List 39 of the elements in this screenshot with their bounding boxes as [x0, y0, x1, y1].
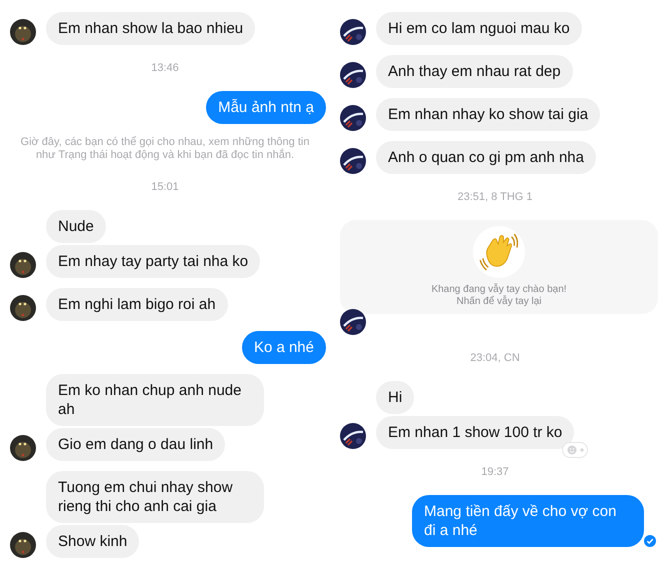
- wave-card[interactable]: Khang đang vẫy tay chào bạn! Nhấn để vẫy tay lại: [340, 220, 658, 314]
- message-bubble: Em nghi lam bigo roi ah: [46, 288, 228, 321]
- avatar-icon: [10, 19, 36, 45]
- avatar-icon: [10, 532, 36, 558]
- message-bubble: Gio em dang o dau linh: [46, 428, 226, 461]
- avatar-icon: [10, 295, 36, 321]
- message-bubble: Em ko nhan chup anh nude ah: [46, 374, 264, 426]
- timestamp: 23:51, 8 THG 1: [457, 190, 532, 205]
- message-bubble: Em nhay tay party tai nha ko: [46, 245, 260, 278]
- message-bubble: Mẫu ảnh ntn ạ: [206, 91, 326, 124]
- message-bubble: Show kinh: [46, 525, 140, 558]
- message-bubble: Em nhan show la bao nhieu: [46, 12, 256, 45]
- timestamp: 15:01: [151, 180, 179, 195]
- message-bubble: Em nhan nhay ko show tai gia: [376, 98, 600, 131]
- message-bubble: Em nhan 1 show 100 tr ko: [376, 416, 574, 449]
- message-bubble: Hi: [376, 381, 414, 414]
- avatar-icon: [340, 148, 366, 174]
- message-bubble: Ko a nhé: [242, 331, 326, 364]
- message-bubble: Anh o quan co gi pm anh nha: [376, 141, 596, 174]
- wave-text: Khang đang vẫy tay chào bạn!: [431, 284, 567, 295]
- avatar-icon: [340, 105, 366, 131]
- avatar-icon: [340, 423, 366, 449]
- avatar-icon: [340, 309, 366, 335]
- waving-hand-icon: [473, 226, 525, 278]
- message-bubble: Anh thay em nhau rat dep: [376, 55, 573, 88]
- timestamp: 19:37: [481, 465, 509, 480]
- system-notice: Giờ đây, các bạn có thể gọi cho nhau, xem những thông tin như Trạng thái hoạt động và khi bạn đã đọc tin nhắn.: [20, 135, 310, 163]
- message-bubble: Mang tiền đấy về cho vợ con đi a nhé: [412, 495, 644, 547]
- avatar-icon: [10, 252, 36, 278]
- wave-text: Nhấn để vẫy tay lại: [456, 296, 542, 308]
- timestamp: 13:46: [151, 61, 179, 76]
- add-reaction-icon[interactable]: [562, 442, 588, 458]
- message-bubble: Nude: [46, 210, 106, 243]
- message-bubble: Hi em co lam nguoi mau ko: [376, 12, 582, 45]
- avatar-icon: [10, 435, 36, 461]
- avatar-icon: [340, 62, 366, 88]
- message-bubble: Tuong em chui nhay show rieng thi cho anh cai gia: [46, 471, 264, 523]
- avatar-icon: [340, 19, 366, 45]
- timestamp: 23:04, CN: [470, 351, 520, 366]
